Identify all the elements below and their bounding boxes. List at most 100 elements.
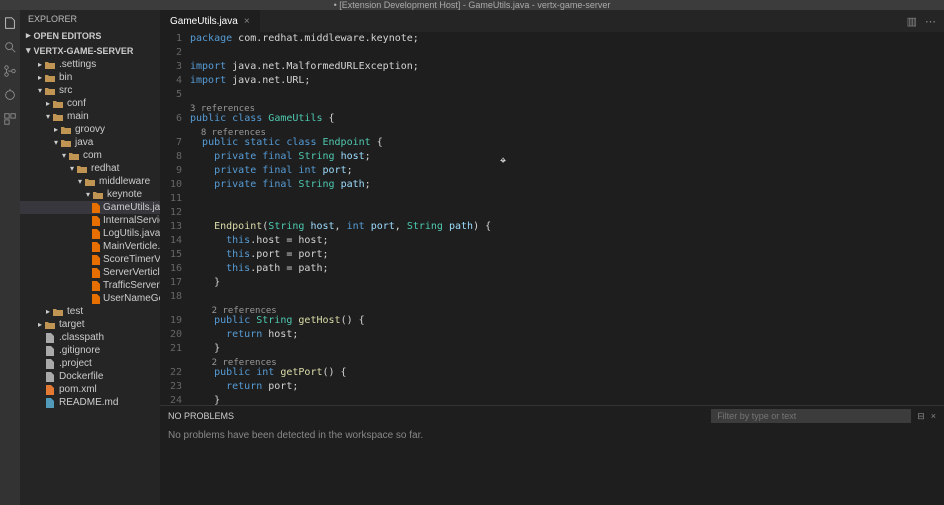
- java-icon: [92, 268, 100, 278]
- tree-item[interactable]: InternalServiceVer…: [20, 214, 160, 227]
- xml-icon: [44, 385, 56, 395]
- tree-item[interactable]: ▸conf: [20, 97, 160, 110]
- tree-item-label: conf: [67, 98, 86, 109]
- activity-bar: [0, 10, 20, 505]
- tree-item[interactable]: ▸groovy: [20, 123, 160, 136]
- tree-item[interactable]: .classpath: [20, 331, 160, 344]
- editor-tabs: GameUtils.java × ▥ ⋯: [160, 10, 944, 32]
- tree-item[interactable]: ▾main: [20, 110, 160, 123]
- tree-item-label: Dockerfile: [59, 371, 103, 382]
- explorer-title: EXPLORER: [20, 10, 160, 28]
- split-editor-icon[interactable]: ▥: [907, 15, 917, 28]
- tree-item-label: .gitignore: [59, 345, 100, 356]
- file-icon: [44, 359, 56, 369]
- tab-label: GameUtils.java: [170, 16, 238, 27]
- project-section[interactable]: ▾VERTX-GAME-SERVER: [20, 43, 160, 58]
- close-icon[interactable]: ×: [244, 16, 250, 27]
- tree-item-label: java: [75, 137, 93, 148]
- tree-item[interactable]: ▾com: [20, 149, 160, 162]
- tree-item[interactable]: ▸bin: [20, 71, 160, 84]
- folder-icon: [52, 307, 64, 317]
- tree-item[interactable]: ▸target: [20, 318, 160, 331]
- folder-icon: [44, 60, 56, 70]
- mouse-cursor: ⌖: [500, 155, 506, 168]
- tree-item-label: target: [59, 319, 85, 330]
- folder-icon: [68, 151, 80, 161]
- tree-item[interactable]: ▸.settings: [20, 58, 160, 71]
- problems-title: NO PROBLEMS: [168, 411, 234, 421]
- tree-item-label: ServerVerticle.java: [103, 267, 160, 278]
- debug-icon[interactable]: [3, 88, 17, 102]
- tree-item-label: pom.xml: [59, 384, 97, 395]
- tree-item[interactable]: MainVerticle.java: [20, 240, 160, 253]
- search-icon[interactable]: [3, 40, 17, 54]
- tree-item[interactable]: TrafficServerVertl…: [20, 279, 160, 292]
- files-icon[interactable]: [3, 16, 17, 30]
- explorer-sidebar: EXPLORER ▸OPEN EDITORS ▾VERTX-GAME-SERVE…: [20, 10, 160, 505]
- tree-item[interactable]: README.md: [20, 396, 160, 409]
- tree-item-label: middleware: [99, 176, 150, 187]
- tree-item-label: InternalServiceVer…: [103, 215, 160, 226]
- tree-item[interactable]: ServerVerticle.java: [20, 266, 160, 279]
- tree-item[interactable]: ▾keynote: [20, 188, 160, 201]
- tree-item[interactable]: .project: [20, 357, 160, 370]
- window-titlebar: • [Extension Development Host] - GameUti…: [0, 0, 944, 10]
- folder-icon: [60, 125, 72, 135]
- folder-icon: [44, 73, 56, 83]
- tree-item-label: .settings: [59, 59, 96, 70]
- tree-item[interactable]: ▸test: [20, 305, 160, 318]
- tree-item-label: README.md: [59, 397, 118, 408]
- tab-gameutils[interactable]: GameUtils.java ×: [160, 10, 260, 32]
- problems-filter-input[interactable]: [711, 409, 911, 423]
- tree-item-label: keynote: [107, 189, 142, 200]
- open-editors-section[interactable]: ▸OPEN EDITORS: [20, 28, 160, 43]
- tree-item-label: TrafficServerVertl…: [103, 280, 160, 291]
- tree-item-label: GameUtils.java: [103, 202, 160, 213]
- tree-item-label: test: [67, 306, 83, 317]
- problems-message: No problems have been detected in the wo…: [160, 426, 944, 445]
- folder-icon: [52, 112, 64, 122]
- tree-item-label: bin: [59, 72, 72, 83]
- folder-icon: [84, 177, 96, 187]
- tree-item[interactable]: pom.xml: [20, 383, 160, 396]
- problems-panel: NO PROBLEMS ⊟ × No problems have been de…: [160, 405, 944, 505]
- extensions-icon[interactable]: [3, 112, 17, 126]
- tree-item-label: com: [83, 150, 102, 161]
- java-icon: [92, 294, 100, 304]
- more-icon[interactable]: ⋯: [925, 15, 936, 28]
- tree-item[interactable]: GameUtils.java: [20, 201, 160, 214]
- folder-icon: [44, 86, 56, 96]
- code-editor[interactable]: 12345 6 789101112131415161718 192021 222…: [160, 32, 944, 405]
- tree-item[interactable]: ▾middleware: [20, 175, 160, 188]
- folder-icon: [60, 138, 72, 148]
- tree-item[interactable]: LogUtils.java: [20, 227, 160, 240]
- java-icon: [92, 281, 100, 291]
- folder-icon: [52, 99, 64, 109]
- tree-item-label: ScoreTimerVerticl…: [103, 254, 160, 265]
- tree-item-label: redhat: [91, 163, 119, 174]
- folder-icon: [76, 164, 88, 174]
- tree-item-label: src: [59, 85, 72, 96]
- tree-item-label: .classpath: [59, 332, 104, 343]
- folder-icon: [44, 320, 56, 330]
- tree-item-label: groovy: [75, 124, 105, 135]
- java-icon: [92, 216, 100, 226]
- tree-item[interactable]: UserNameGenerat…: [20, 292, 160, 305]
- scm-icon[interactable]: [3, 64, 17, 78]
- file-icon: [44, 333, 56, 343]
- java-icon: [92, 255, 100, 265]
- file-icon: [44, 372, 56, 382]
- tree-item-label: MainVerticle.java: [103, 241, 160, 252]
- tree-item[interactable]: Dockerfile: [20, 370, 160, 383]
- folder-icon: [92, 190, 104, 200]
- collapse-icon[interactable]: ⊟: [917, 411, 925, 422]
- close-panel-icon[interactable]: ×: [931, 411, 936, 422]
- tree-item[interactable]: ▾java: [20, 136, 160, 149]
- tree-item-label: main: [67, 111, 89, 122]
- java-icon: [92, 242, 100, 252]
- tree-item[interactable]: ScoreTimerVerticl…: [20, 253, 160, 266]
- tree-item[interactable]: ▾src: [20, 84, 160, 97]
- tree-item[interactable]: ▾redhat: [20, 162, 160, 175]
- tree-item[interactable]: .gitignore: [20, 344, 160, 357]
- tree-item-label: UserNameGenerat…: [103, 293, 160, 304]
